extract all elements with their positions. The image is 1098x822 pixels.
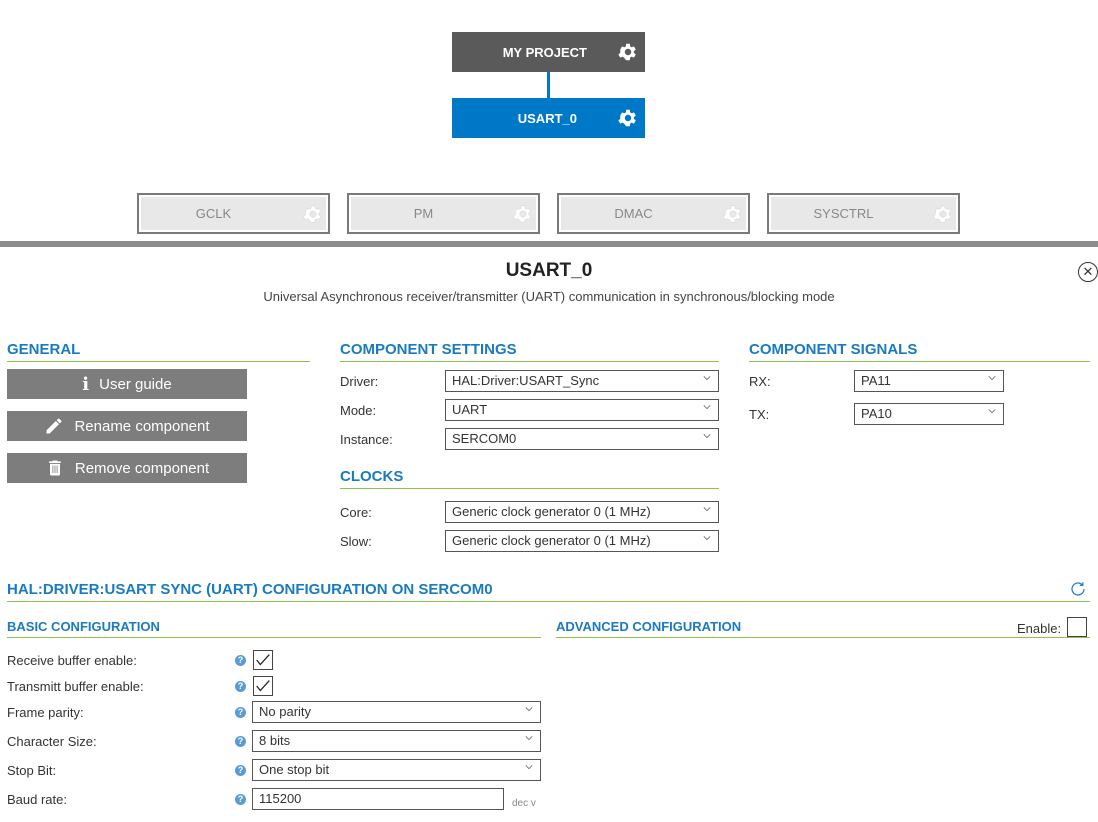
advanced-enable-checkbox[interactable] [1067,617,1087,637]
component-signals-heading: COMPONENT SIGNALS [749,341,1090,362]
remove-component-label: Remove component [74,459,210,477]
gear-icon[interactable] [617,107,639,129]
component-node[interactable]: USART_0 [452,98,645,138]
clocks-heading: CLOCKS [340,468,719,489]
core-clock-select[interactable]: Generic clock generator 0 (1 MHz) [445,501,719,523]
tree-connector [547,72,550,98]
rename-component-label: Rename component [74,417,210,435]
dependency-label: GCLK [195,206,232,221]
frame-parity-select[interactable]: No parity [252,701,541,723]
core-clock-value: Generic clock generator 0 (1 MHz) [452,504,651,519]
rx-value: PA11 [861,373,891,388]
chevron-down-icon [703,405,711,410]
instance-label: Instance: [340,432,393,447]
chevron-down-icon [525,765,533,770]
frame-parity-label: Frame parity: [7,705,84,720]
close-icon[interactable]: ✕ [1078,262,1098,282]
info-icon: i [82,373,90,395]
mode-label: Mode: [340,403,377,418]
advanced-enable-label: Enable: [1017,621,1062,636]
user-guide-label: User guide [99,375,172,393]
chevron-down-icon [525,736,533,741]
project-node[interactable]: MY PROJECT [452,32,645,72]
component-settings-heading: COMPONENT SETTINGS [340,341,719,362]
dependency-pm[interactable]: PM [347,193,540,234]
dependency-sysctrl[interactable]: SYSCTRL [767,193,960,234]
gear-icon[interactable] [512,203,534,225]
panel-title: USART_0 [505,260,593,281]
checkmark-icon [256,654,270,666]
advanced-configuration-heading: ADVANCED CONFIGURATION [556,619,1090,638]
transmit-buffer-checkbox[interactable] [253,676,273,696]
dependency-label: DMAC [614,206,653,221]
chevron-down-icon [703,376,711,381]
dependency-label: PM [413,206,434,221]
help-icon[interactable]: ? [235,736,246,747]
driver-select[interactable]: HAL:Driver:USART_Sync [445,370,719,392]
dependency-dmac[interactable]: DMAC [557,193,750,234]
gear-icon[interactable] [722,203,744,225]
gear-icon[interactable] [302,203,324,225]
instance-value: SERCOM0 [452,431,517,446]
core-clock-label: Core: [340,505,372,520]
tx-select[interactable]: PA10 [854,403,1004,425]
pencil-icon [46,418,62,434]
stop-bit-value: One stop bit [259,762,330,777]
frame-parity-value: No parity [259,704,312,719]
help-icon[interactable]: ? [235,681,246,692]
stop-bit-select[interactable]: One stop bit [252,759,541,781]
panel-subtitle: Universal Asynchronous receiver/transmit… [263,289,835,304]
refresh-icon[interactable] [1069,580,1087,598]
rename-component-button[interactable]: Rename component [7,411,247,441]
slow-clock-label: Slow: [340,534,372,549]
slow-clock-select[interactable]: Generic clock generator 0 (1 MHz) [445,530,719,552]
dependency-label: SYSCTRL [813,206,874,221]
component-node-label: USART_0 [517,110,577,126]
configuration-heading: HAL:DRIVER:USART SYNC (UART) CONFIGURATI… [7,581,1090,602]
instance-select[interactable]: SERCOM0 [445,428,719,450]
chevron-down-icon [988,376,996,381]
chevron-down-icon [703,434,711,439]
receive-buffer-label: Receive buffer enable: [7,653,137,668]
chevron-down-icon [703,507,711,512]
character-size-label: Character Size: [7,734,97,749]
chevron-down-icon [988,409,996,414]
tx-label: TX: [749,407,770,422]
remove-component-button[interactable]: Remove component [7,453,247,483]
gear-icon[interactable] [617,41,639,63]
receive-buffer-checkbox[interactable] [253,650,273,670]
slow-clock-value: Generic clock generator 0 (1 MHz) [452,533,651,548]
user-guide-button[interactable]: i User guide [7,369,247,399]
chevron-down-icon [703,536,711,541]
trash-icon [49,460,61,476]
mode-value: UART [452,402,488,417]
help-icon[interactable]: ? [235,794,246,805]
panel-splitter[interactable] [0,241,1098,247]
project-node-label: MY PROJECT [502,44,587,60]
character-size-value: 8 bits [259,733,291,748]
mode-select[interactable]: UART [445,399,719,421]
stop-bit-label: Stop Bit: [7,763,57,778]
rx-label: RX: [749,374,771,389]
help-icon[interactable]: ? [235,655,246,666]
dependency-gclk[interactable]: GCLK [137,193,330,234]
rx-select[interactable]: PA11 [854,370,1004,392]
transmit-buffer-label: Transmitt buffer enable: [7,679,144,694]
baud-rate-unit-toggle[interactable]: dec v [512,798,536,809]
help-icon[interactable]: ? [235,707,246,718]
driver-label: Driver: [340,374,379,389]
gear-icon[interactable] [932,203,954,225]
baud-rate-label: Baud rate: [7,792,67,807]
basic-configuration-heading: BASIC CONFIGURATION [7,619,541,638]
tx-value: PA10 [861,406,892,421]
chevron-down-icon [525,707,533,712]
help-icon[interactable]: ? [235,765,246,776]
general-heading: GENERAL [7,341,310,362]
character-size-select[interactable]: 8 bits [252,730,541,752]
driver-value: HAL:Driver:USART_Sync [452,373,600,388]
baud-rate-input[interactable]: 115200 [252,788,504,810]
checkmark-icon [256,680,270,692]
